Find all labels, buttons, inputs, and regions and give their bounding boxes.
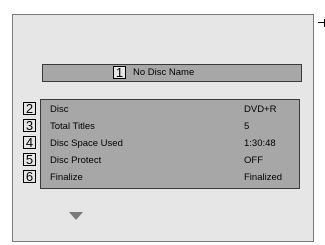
row-label-total-titles: Total Titles <box>50 121 95 132</box>
disc-info-screen: 1 No Disc Name 2 Disc DVD+R 3 Total Titl… <box>0 0 325 245</box>
row-label-disc-space-used: Disc Space Used <box>50 138 123 149</box>
row-value-finalize: Finalized <box>244 172 283 183</box>
row-value-disc: DVD+R <box>244 104 277 115</box>
callout-number-3: 3 <box>23 119 36 132</box>
callout-number-1: 1 <box>113 66 126 79</box>
row-label-disc: Disc <box>50 104 69 115</box>
down-arrow-icon <box>69 212 83 220</box>
row-label-disc-protect: Disc Protect <box>50 155 102 166</box>
row-value-disc-space-used: 1:30:48 <box>244 138 276 149</box>
row-value-disc-protect: OFF <box>244 155 263 166</box>
disc-name-label: No Disc Name <box>133 67 195 78</box>
callout-number-2: 2 <box>23 102 36 115</box>
callout-number-4: 4 <box>23 136 36 149</box>
callout-number-6: 6 <box>23 170 36 183</box>
callout-number-5: 5 <box>23 153 36 166</box>
row-label-finalize: Finalize <box>50 172 83 183</box>
row-value-total-titles: 5 <box>244 121 250 132</box>
